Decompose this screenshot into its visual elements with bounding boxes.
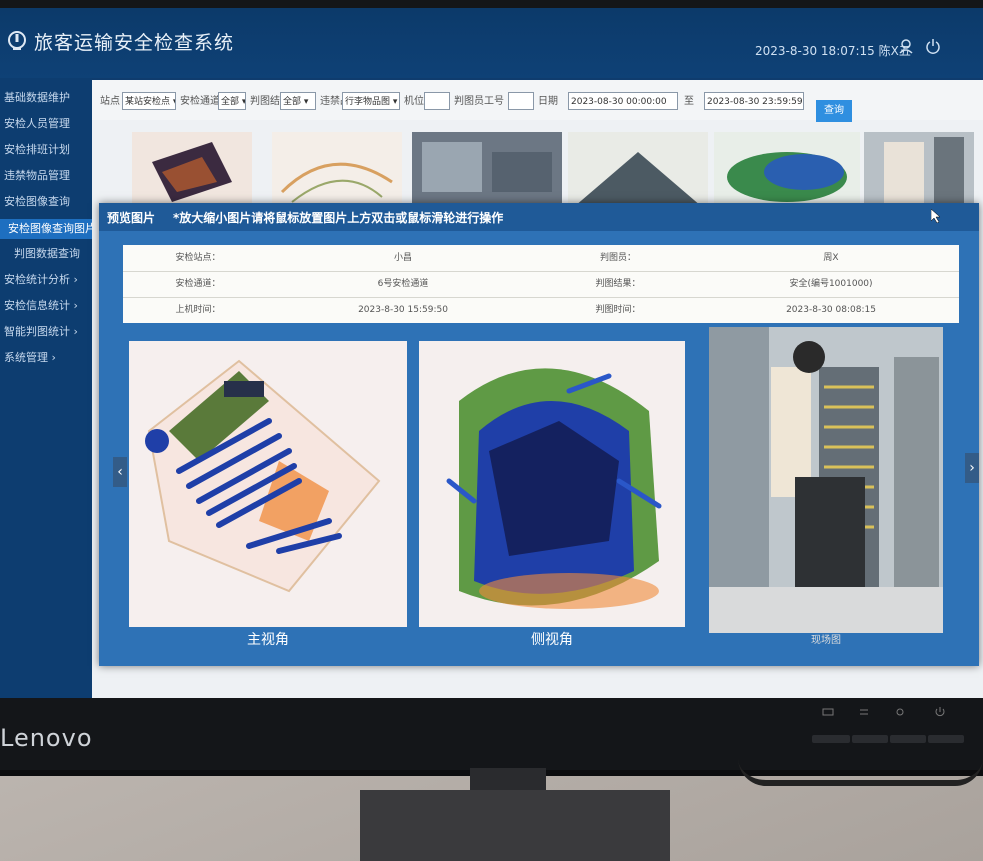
sidebar-item-info-stats[interactable]: 安检信息统计 › — [4, 296, 90, 316]
xray-side-view[interactable] — [419, 341, 685, 627]
judge-value: 周X — [823, 253, 839, 263]
modal-header: 预览图片 *放大缩小图片请将鼠标放置图片上方双击或鼠标滑轮进行操作 — [99, 203, 979, 231]
mouse-cursor-icon — [931, 209, 941, 223]
station-value: 小昌 — [393, 253, 412, 263]
result-select[interactable]: 全部 ▾ — [280, 92, 316, 110]
date-to-label: 至 — [684, 96, 694, 107]
image-preview-modal: 预览图片 *放大缩小图片请将鼠标放置图片上方双击或鼠标滑轮进行操作 安检站点： … — [99, 203, 979, 666]
station-select[interactable]: 某站安检点 ▾ — [122, 92, 176, 110]
start-date-input[interactable]: 2023-08-30 00:00:00 — [568, 92, 678, 110]
monitor-button[interactable] — [852, 735, 888, 743]
app-title: 旅客运输安全检查系统 — [34, 32, 235, 54]
sidebar-item-basic-data[interactable]: 基础数据维护 — [4, 88, 90, 108]
cable — [738, 758, 983, 786]
monitor-screen: 旅客运输安全检查系统 2023-8-30 18:07:15 陈X五 基础数据维护… — [0, 8, 983, 698]
camera-view[interactable] — [709, 327, 943, 633]
monitor-brightness-icon[interactable] — [894, 706, 906, 718]
channel-select[interactable]: 全部 ▾ — [218, 92, 246, 110]
filter-bar: 站点 某站安检点 ▾ 安检通道 全部 ▾ 判图结果 全部 ▾ 违禁品 行李物品图… — [92, 80, 983, 122]
filter-staffid-label: 判图员工号 — [454, 96, 504, 107]
filter-date-label: 日期 — [538, 96, 558, 107]
camera-view-caption: 现场图 — [811, 635, 841, 646]
thumbnail-5[interactable] — [714, 132, 860, 212]
search-button[interactable]: 查询 — [816, 100, 852, 122]
sidebar-item-judge-query[interactable]: 判图数据查询 — [4, 244, 100, 264]
railway-logo-icon — [8, 31, 26, 50]
sidebar-item-image-query[interactable]: 安检图像查询 — [4, 192, 90, 212]
sidebar-item-system[interactable]: 系统管理 › — [4, 348, 90, 368]
result-label: 判图结果： — [595, 279, 641, 289]
thumbnail-6[interactable] — [864, 132, 974, 212]
sidebar-item-staff[interactable]: 安检人员管理 — [4, 114, 90, 134]
monitor-button[interactable] — [890, 735, 926, 743]
sidebar-item-contraband[interactable]: 违禁物品管理 — [4, 166, 90, 186]
channel-label: 安检通道： — [175, 279, 221, 289]
sidebar-item-image-query-pictures[interactable]: 安检图像查询图片 — [0, 219, 92, 239]
judge-time-label: 判图时间： — [595, 305, 641, 315]
filter-machine-label: 机位 — [404, 96, 424, 107]
sidebar: 基础数据维护 安检人员管理 安检排班计划 违禁物品管理 安检图像查询 安检图像查… — [0, 78, 92, 698]
scan-time-label: 上机时间： — [175, 305, 221, 315]
side-view-caption: 侧视角 — [531, 632, 573, 648]
sidebar-item-statistics[interactable]: 安检统计分析 › — [4, 270, 90, 290]
prev-image-button[interactable]: ‹ — [113, 457, 127, 487]
datetime-user: 2023-8-30 18:07:15 陈X五 — [755, 42, 911, 59]
xray-main-view[interactable] — [129, 341, 407, 627]
monitor-button[interactable] — [812, 735, 850, 743]
station-label: 安检站点： — [175, 253, 221, 263]
next-image-button[interactable]: › — [965, 453, 979, 483]
datetime: 2023-8-30 18:07:15 — [755, 44, 875, 58]
staffid-input[interactable] — [508, 92, 534, 110]
monitor-menu-icon[interactable] — [858, 706, 870, 718]
thumbnail-3[interactable] — [412, 132, 562, 212]
filter-station-label: 站点 — [100, 96, 120, 107]
monitor-brand-logo: Lenovo — [0, 724, 93, 752]
xray-side-image — [419, 341, 685, 627]
thumbnail-4[interactable] — [568, 132, 708, 212]
modal-hint: *放大缩小图片请将鼠标放置图片上方双击或鼠标滑轮进行操作 — [173, 211, 504, 225]
scan-time-value: 2023-8-30 15:59:50 — [358, 305, 448, 315]
machine-input[interactable] — [424, 92, 450, 110]
inspection-info-table: 安检站点： 小昌 判图员： 周X 安检通道： 6号安检通道 判图结果： 安全(编… — [123, 245, 959, 323]
sidebar-item-schedule[interactable]: 安检排班计划 — [4, 140, 90, 160]
judge-time-value: 2023-8-30 08:08:15 — [786, 305, 876, 315]
thumbnail-2[interactable] — [272, 132, 402, 212]
filter-channel-label: 安检通道 — [180, 96, 220, 107]
end-date-input[interactable]: 2023-08-30 23:59:59 — [704, 92, 804, 110]
thumbnail-1[interactable] — [132, 132, 252, 212]
monitor-button[interactable] — [928, 735, 964, 743]
judge-label: 判图员： — [599, 253, 636, 263]
main-view-caption: 主视角 — [247, 632, 289, 648]
sidebar-item-smart-judge[interactable]: 智能判图统计 › — [4, 322, 90, 342]
top-bar: 旅客运输安全检查系统 2023-8-30 18:07:15 陈X五 — [0, 8, 983, 78]
contraband-select[interactable]: 行李物品图 ▾ — [342, 92, 400, 110]
monitor-input-icon[interactable] — [822, 706, 834, 718]
xray-main-image — [129, 341, 407, 627]
logout-icon[interactable] — [925, 38, 941, 54]
monitor-stand-base — [360, 790, 670, 861]
result-value: 安全(编号1001000) — [789, 279, 873, 289]
modal-title: 预览图片 — [107, 211, 156, 225]
user-icon[interactable] — [898, 38, 914, 54]
channel-value: 6号安检通道 — [377, 279, 429, 289]
camera-image — [709, 327, 943, 633]
monitor-power-icon[interactable] — [934, 706, 946, 718]
